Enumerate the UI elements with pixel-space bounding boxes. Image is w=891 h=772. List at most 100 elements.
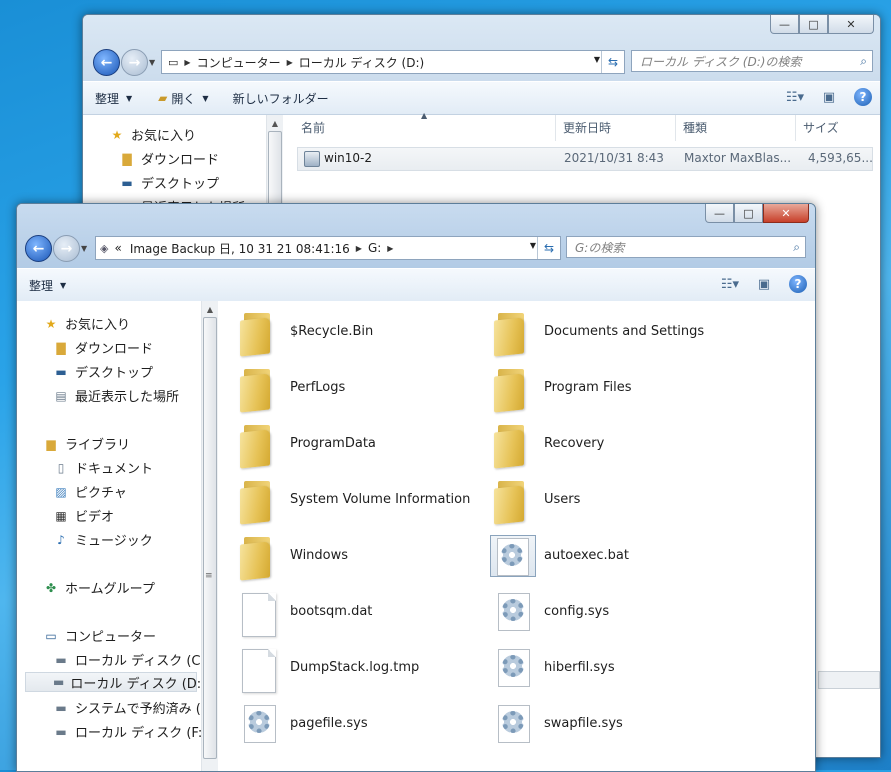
table-row[interactable]: win10-2 2021/10/31 8:43 Maxtor MaxBlas..…	[297, 147, 873, 171]
back-address-bar[interactable]: ▭ ▶ コンピューター ▶ ローカル ディスク (D:) ▼ ⇆	[161, 50, 625, 74]
breadcrumb-overflow-icon[interactable]: «	[114, 241, 121, 255]
nav-reserved-e[interactable]: ▬ システムで予約済み (E	[53, 698, 209, 718]
scroll-up-icon[interactable]: ▲	[267, 115, 283, 131]
front-nav-scroll-thumb[interactable]	[203, 317, 217, 759]
search-icon[interactable]: ⌕	[793, 240, 800, 255]
item-config-sys[interactable]: config.sys	[544, 604, 609, 619]
system-file-icon[interactable]	[496, 593, 532, 631]
system-file-icon[interactable]	[496, 705, 532, 743]
front-nav-scrollbar[interactable]: ▲ ≡	[201, 301, 218, 771]
item-windows[interactable]: Windows	[290, 548, 348, 563]
item-perflogs[interactable]: PerfLogs	[290, 380, 345, 395]
back-nav-back-button[interactable]: ←	[93, 49, 120, 76]
front-nav-forward-button[interactable]: →	[53, 235, 80, 262]
back-maximize-button[interactable]: □	[799, 15, 828, 34]
column-header-type[interactable]: 種類	[683, 119, 707, 136]
file-icon[interactable]	[242, 593, 276, 637]
column-header-name[interactable]: 名前	[301, 119, 325, 136]
back-open-button[interactable]: ▰ 開く ▼	[158, 90, 208, 107]
column-divider[interactable]	[795, 115, 796, 141]
nav-pictures[interactable]: ▨ ピクチャ	[53, 482, 127, 502]
help-icon[interactable]: ?	[854, 88, 872, 106]
file-icon[interactable]	[242, 649, 276, 693]
folder-icon[interactable]	[492, 423, 530, 469]
item-hiberfil-sys[interactable]: hiberfil.sys	[544, 660, 615, 675]
help-icon[interactable]: ?	[789, 275, 807, 293]
nav-favorites[interactable]: ★ お気に入り	[43, 314, 130, 334]
item-users[interactable]: Users	[544, 492, 580, 507]
view-options-icon[interactable]: ☷▾	[721, 275, 739, 293]
address-dropdown-icon[interactable]: ▼	[594, 55, 600, 64]
nav-videos[interactable]: ▦ ビデオ	[53, 506, 114, 526]
nav-documents[interactable]: ▯ ドキュメント	[53, 458, 153, 478]
address-dropdown-icon[interactable]: ▼	[530, 241, 536, 250]
nav-local-disk-f[interactable]: ▬ ローカル ディスク (F:)	[53, 722, 207, 742]
back-nav-favorites[interactable]: ★ お気に入り	[109, 125, 196, 145]
view-options-icon[interactable]: ☷▾	[786, 88, 804, 106]
breadcrumb-computer[interactable]: コンピューター	[197, 54, 281, 71]
front-minimize-button[interactable]: —	[705, 204, 734, 223]
column-header-size[interactable]: サイズ	[803, 119, 839, 136]
item-dumpstack-log-tmp[interactable]: DumpStack.log.tmp	[290, 660, 419, 675]
breadcrumb-image-backup[interactable]: Image Backup 日, 10 31 21 08:41:16	[130, 240, 350, 257]
column-header-date[interactable]: 更新日時	[563, 119, 611, 136]
back-nav-forward-button[interactable]: →	[121, 49, 148, 76]
folder-icon[interactable]	[238, 535, 276, 581]
front-maximize-button[interactable]: □	[734, 204, 763, 223]
system-file-icon[interactable]	[496, 649, 532, 687]
item-swapfile-sys[interactable]: swapfile.sys	[544, 716, 623, 731]
back-nav-history-icon[interactable]: ▼	[149, 58, 155, 67]
nav-desktop[interactable]: ▬ デスクトップ	[53, 362, 153, 382]
item-autoexec-bat[interactable]: autoexec.bat	[544, 548, 629, 563]
nav-local-disk-c[interactable]: ▬ ローカル ディスク (C:)	[53, 650, 210, 670]
back-search-input[interactable]: ローカル ディスク (D:)の検索 ⌕	[631, 50, 873, 72]
system-file-icon[interactable]	[242, 705, 278, 743]
front-address-bar[interactable]: ◈ « Image Backup 日, 10 31 21 08:41:16 ▶ …	[95, 236, 561, 260]
breadcrumb-drive-g[interactable]: G:	[368, 241, 381, 255]
back-horizontal-scrollbar[interactable]	[818, 671, 880, 689]
front-nav-back-button[interactable]: ←	[25, 235, 52, 262]
back-minimize-button[interactable]: —	[770, 15, 799, 34]
nav-downloads[interactable]: ▇ ダウンロード	[53, 338, 153, 358]
item-recovery[interactable]: Recovery	[544, 436, 604, 451]
front-explorer-window[interactable]: — □ ✕ ← → ▼ ◈ « Image Backup 日, 10 31 21…	[16, 203, 816, 772]
folder-icon[interactable]	[492, 311, 530, 357]
back-nav-scroll-thumb[interactable]	[268, 131, 282, 213]
item-documents-and-settings[interactable]: Documents and Settings	[544, 324, 704, 339]
folder-icon[interactable]	[492, 367, 530, 413]
folder-icon[interactable]	[492, 479, 530, 525]
nav-homegroup[interactable]: ✤ ホームグループ	[43, 578, 155, 598]
refresh-icon[interactable]: ⇆	[601, 51, 624, 73]
front-nav-history-icon[interactable]: ▼	[81, 244, 87, 253]
item-system-volume-information[interactable]: System Volume Information	[290, 492, 470, 507]
nav-local-disk-d[interactable]: ▬ ローカル ディスク (D:)	[25, 672, 206, 692]
column-divider[interactable]	[555, 115, 556, 141]
breadcrumb-local-disk-d[interactable]: ローカル ディスク (D:)	[299, 54, 424, 71]
back-nav-downloads[interactable]: ▇ ダウンロード	[119, 149, 219, 169]
refresh-icon[interactable]: ⇆	[537, 237, 560, 259]
item-bootsqm-dat[interactable]: bootsqm.dat	[290, 604, 372, 619]
preview-pane-icon[interactable]: ▣	[755, 275, 773, 293]
item-recycle-bin[interactable]: $Recycle.Bin	[290, 324, 373, 339]
back-organize-button[interactable]: 整理 ▼	[95, 90, 132, 107]
nav-recent-places[interactable]: ▤ 最近表示した場所	[53, 386, 179, 406]
nav-music[interactable]: ♪ ミュージック	[53, 530, 153, 550]
front-close-button[interactable]: ✕	[763, 204, 809, 223]
folder-icon[interactable]	[238, 311, 276, 357]
back-nav-desktop[interactable]: ▬ デスクトップ	[119, 173, 219, 193]
item-programdata[interactable]: ProgramData	[290, 436, 376, 451]
item-pagefile-sys[interactable]: pagefile.sys	[290, 716, 368, 731]
item-program-files[interactable]: Program Files	[544, 380, 632, 395]
front-organize-button[interactable]: 整理 ▼	[29, 277, 66, 294]
column-divider[interactable]	[675, 115, 676, 141]
folder-icon[interactable]	[238, 367, 276, 413]
preview-pane-icon[interactable]: ▣	[820, 88, 838, 106]
batch-file-icon[interactable]	[490, 535, 536, 577]
scroll-up-icon[interactable]: ▲	[202, 301, 218, 317]
front-search-input[interactable]: G:の検索 ⌕	[566, 236, 806, 258]
back-close-button[interactable]: ✕	[828, 15, 874, 34]
folder-icon[interactable]	[238, 423, 276, 469]
nav-libraries[interactable]: ▆ ライブラリ	[43, 434, 130, 454]
back-new-folder-button[interactable]: 新しいフォルダー	[233, 90, 329, 107]
nav-computer[interactable]: ▭ コンピューター	[43, 626, 156, 646]
